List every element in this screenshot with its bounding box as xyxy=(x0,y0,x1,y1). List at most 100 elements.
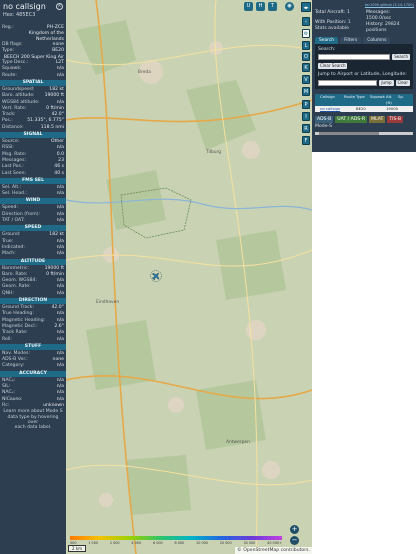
close-icon[interactable]: × xyxy=(56,3,63,10)
row-callsign[interactable]: no callsign xyxy=(320,106,344,112)
info-row: Mach: n/a xyxy=(0,251,66,257)
map-button-i[interactable]: I xyxy=(302,112,310,121)
legend-ads-b[interactable]: ADS-B xyxy=(315,115,334,123)
row-route xyxy=(344,106,356,112)
tab-columns[interactable]: Columns xyxy=(363,37,391,45)
section-header-stuff[interactable]: STUFF xyxy=(0,343,66,350)
legend-tis-b[interactable]: TIS-B xyxy=(387,115,404,123)
search-button[interactable]: Search xyxy=(392,54,410,61)
section-header-wind[interactable]: WIND xyxy=(0,198,66,205)
tab-search[interactable]: Search xyxy=(315,37,339,45)
info-row: Route: n/a xyxy=(0,73,66,79)
section-header-signal[interactable]: SIGNAL xyxy=(0,132,66,139)
info-label[interactable]: Roll: xyxy=(2,337,12,343)
section-header-spatial[interactable]: SPATIAL xyxy=(0,80,66,86)
section-header-fms-sel[interactable]: FMS SEL xyxy=(0,177,66,184)
col-header-type[interactable]: Type xyxy=(356,94,370,106)
place-label: Breda xyxy=(138,70,151,75)
layers-icon[interactable]: ◉ xyxy=(285,2,294,11)
info-value: n/a xyxy=(56,191,64,197)
info-body: Reg.: PH-ZCE Kingdom of the Netherlands DB f… xyxy=(0,22,66,431)
altitude-tick-label: 10 000 xyxy=(196,541,208,545)
info-label[interactable]: Sel. Head.: xyxy=(2,191,27,197)
map-button-v[interactable]: V xyxy=(302,75,310,84)
zoom-out-button[interactable]: − xyxy=(290,536,299,545)
info-label[interactable]: Mach: xyxy=(2,251,16,257)
map-button-f[interactable]: F xyxy=(302,136,310,145)
info-value: 118.5 nmi xyxy=(40,124,64,130)
zoom-in-button[interactable]: + xyxy=(290,525,299,534)
horizontal-scrollbar[interactable] xyxy=(315,131,413,135)
tab-filters[interactable]: Filters xyxy=(340,37,362,45)
scrollbar-thumb[interactable] xyxy=(319,131,379,135)
info-row: TAT / OAT: n/a xyxy=(0,218,66,224)
clear-search-button[interactable]: Clear Search xyxy=(318,63,348,70)
col-header-speed[interactable]: Sp. xyxy=(398,94,408,106)
mode-s-label: Mode-S xyxy=(315,123,333,129)
col-header-callsign[interactable]: Callsign xyxy=(320,94,344,106)
info-label[interactable]: Last Seen: xyxy=(2,171,26,177)
row-type: BE20 xyxy=(356,105,366,111)
jump-button[interactable]: Jump xyxy=(379,79,394,86)
info-value: n/a xyxy=(56,218,64,224)
search-panel: Search: Search Clear Search Jump to Airp… xyxy=(315,44,413,89)
section-header-direction[interactable]: DIRECTION xyxy=(0,298,66,305)
map-button-t[interactable]: T xyxy=(268,2,277,11)
map-button-l[interactable]: L xyxy=(302,41,310,50)
place-label: Eindhoven xyxy=(96,300,120,305)
map-button-r[interactable]: R xyxy=(302,124,310,133)
jump-label: Jump to Airport or Latitude, Longitude: xyxy=(318,72,407,78)
map-button-h[interactable]: H xyxy=(256,2,265,11)
info-label[interactable]: Category: xyxy=(2,363,24,369)
altitude-tick-label: 40 000+ xyxy=(267,541,282,545)
help-note: Learn more about Mode S xyxy=(3,409,63,415)
settings-icon[interactable]: ⚙ xyxy=(302,29,310,38)
info-label[interactable]: QNH: xyxy=(2,291,14,297)
stats-available-label[interactable]: Stats available xyxy=(315,26,362,32)
chevron-left-icon[interactable]: ‹ xyxy=(302,17,310,26)
table-header: Callsign Route Type Squawk Alt. (ft) Sp. xyxy=(315,93,413,106)
map-button-u[interactable]: U xyxy=(244,2,253,11)
row-speed xyxy=(398,106,408,112)
col-header-altitude[interactable]: Alt. (ft) xyxy=(386,94,398,106)
legend-mlat[interactable]: MLAT xyxy=(369,115,386,123)
stats-block: Total Aircraft: 1 With Position: 1 Stats… xyxy=(312,7,416,33)
info-row: Sel. Head.: n/a xyxy=(0,191,66,197)
collapse-sidebar-icon[interactable]: ◂▸ xyxy=(301,2,311,12)
col-header-squawk[interactable]: Squawk xyxy=(370,94,386,106)
col-header-route[interactable]: Route xyxy=(344,94,356,106)
info-value: n/a xyxy=(56,72,64,78)
table-row[interactable]: no callsign BE20 19000 xyxy=(315,105,413,112)
map-view[interactable]: U H T ◉ ◂▸ ‹ ⚙ LOKVMPIRF + − 500 1 000 2 0… xyxy=(66,0,312,554)
info-value: 40 s xyxy=(54,170,64,176)
altitude-tick-label: 30 000 xyxy=(243,541,256,545)
jump-input[interactable] xyxy=(318,79,378,86)
clear-button[interactable]: Clear xyxy=(395,79,410,86)
map-attribution[interactable]: © OpenStreetMap contributors. xyxy=(235,547,312,554)
info-label[interactable]: Distance: xyxy=(2,125,24,131)
info-label[interactable]: TAT / OAT: xyxy=(2,218,25,224)
hex-value[interactable]: 485EC3 xyxy=(16,12,35,18)
info-row: Roll: n/a xyxy=(0,337,66,343)
info-label[interactable]: Route: xyxy=(2,73,17,79)
search-input[interactable] xyxy=(318,54,391,61)
legend-uat-ads-r[interactable]: UAT / ADS-R xyxy=(335,115,368,123)
place-label: Antwerpen xyxy=(226,440,250,445)
info-label[interactable]: Reg.: xyxy=(2,25,14,31)
altitude-labels: 500 1 000 2 000 4 000 6 000 8 000 10 000 20 000… xyxy=(70,541,282,546)
section-header-altitude[interactable]: ALTITUDE xyxy=(0,258,66,265)
hex-label: Hex: xyxy=(3,12,15,18)
map-button-k[interactable]: K xyxy=(302,63,310,72)
info-label[interactable]: Type: xyxy=(2,48,14,54)
aircraft-info-panel: no callsign Hex: 485EC3 × Reg.: PH-ZCE Kin… xyxy=(0,0,66,554)
section-header-speed[interactable]: SPEED xyxy=(0,225,66,232)
map-tiles[interactable] xyxy=(66,0,312,554)
map-button-p[interactable]: P xyxy=(302,100,310,109)
map-button-m[interactable]: M xyxy=(302,87,310,96)
place-label: Tilburg xyxy=(206,150,222,155)
map-button-o[interactable]: O xyxy=(302,52,310,61)
altitude-tick-label: 20 000 xyxy=(219,541,232,545)
section-header-accuracy[interactable]: ACCURACY xyxy=(0,370,66,377)
list-empty-area xyxy=(312,152,416,554)
version-link[interactable]: tar1090 github (3.14.1700) xyxy=(312,0,416,7)
